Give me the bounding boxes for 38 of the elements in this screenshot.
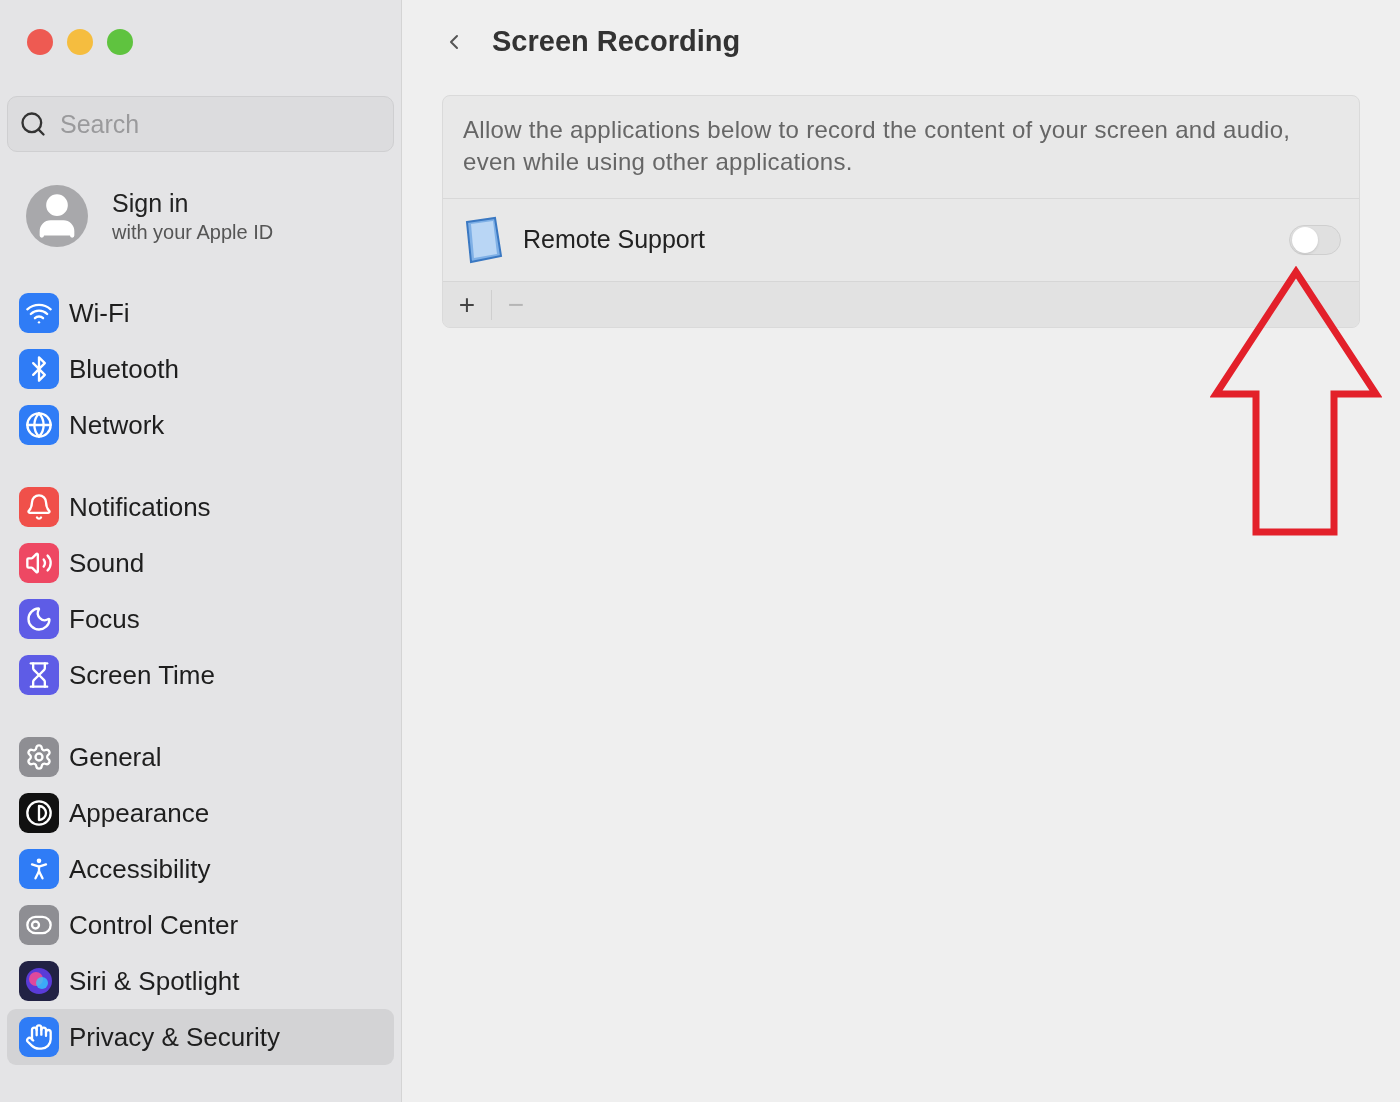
sidebar-item[interactable]: General <box>7 729 394 785</box>
globe-icon <box>19 405 59 445</box>
add-button[interactable]: + <box>453 289 481 320</box>
account-title[interactable]: Sign in <box>112 187 274 219</box>
sidebar-item[interactable]: Privacy & Security <box>7 1009 394 1065</box>
bell-icon <box>19 487 59 527</box>
speaker-icon <box>19 543 59 583</box>
close-window-icon[interactable] <box>27 29 53 55</box>
sidebar-item[interactable]: Focus <box>7 591 394 647</box>
sidebar-item[interactable]: Accessibility <box>7 841 394 897</box>
sidebar-item[interactable]: Wi-Fi <box>7 285 394 341</box>
hourglass-icon <box>19 655 59 695</box>
sidebar-item[interactable]: Control Center <box>7 897 394 953</box>
gear-icon <box>19 737 59 777</box>
sidebar-item[interactable]: Network <box>7 397 394 453</box>
orb-icon <box>19 961 59 1001</box>
wifi-icon <box>19 293 59 333</box>
sidebar-item[interactable]: Appearance <box>7 785 394 841</box>
sidebar-item[interactable]: Notifications <box>7 479 394 535</box>
minimize-window-icon[interactable] <box>67 29 93 55</box>
search-field[interactable]: Search <box>7 96 394 152</box>
toggle-switch[interactable] <box>1289 225 1341 255</box>
hand-icon <box>19 1017 59 1057</box>
account-subtitle: with your Apple ID <box>112 220 274 245</box>
zoom-window-icon[interactable] <box>107 29 133 55</box>
search-icon <box>19 110 47 138</box>
contrast-icon <box>19 793 59 833</box>
sidebar-item[interactable]: Sound <box>7 535 394 591</box>
toggle-icon <box>19 905 59 945</box>
sidebar-item[interactable]: Screen Time <box>7 647 394 703</box>
bluetooth-icon <box>19 349 59 389</box>
sidebar-item[interactable]: Bluetooth <box>7 341 394 397</box>
description-text: Allow the applications below to record the content of your screen and audio, even while using other applications. <box>462 115 1292 177</box>
sidebar-item[interactable]: Siri & Spotlight <box>7 953 394 1009</box>
accessibility-icon <box>19 849 59 889</box>
moon-icon <box>19 599 59 639</box>
app-name: Remote Support <box>523 224 707 256</box>
page-title: Screen Recording <box>492 24 741 60</box>
